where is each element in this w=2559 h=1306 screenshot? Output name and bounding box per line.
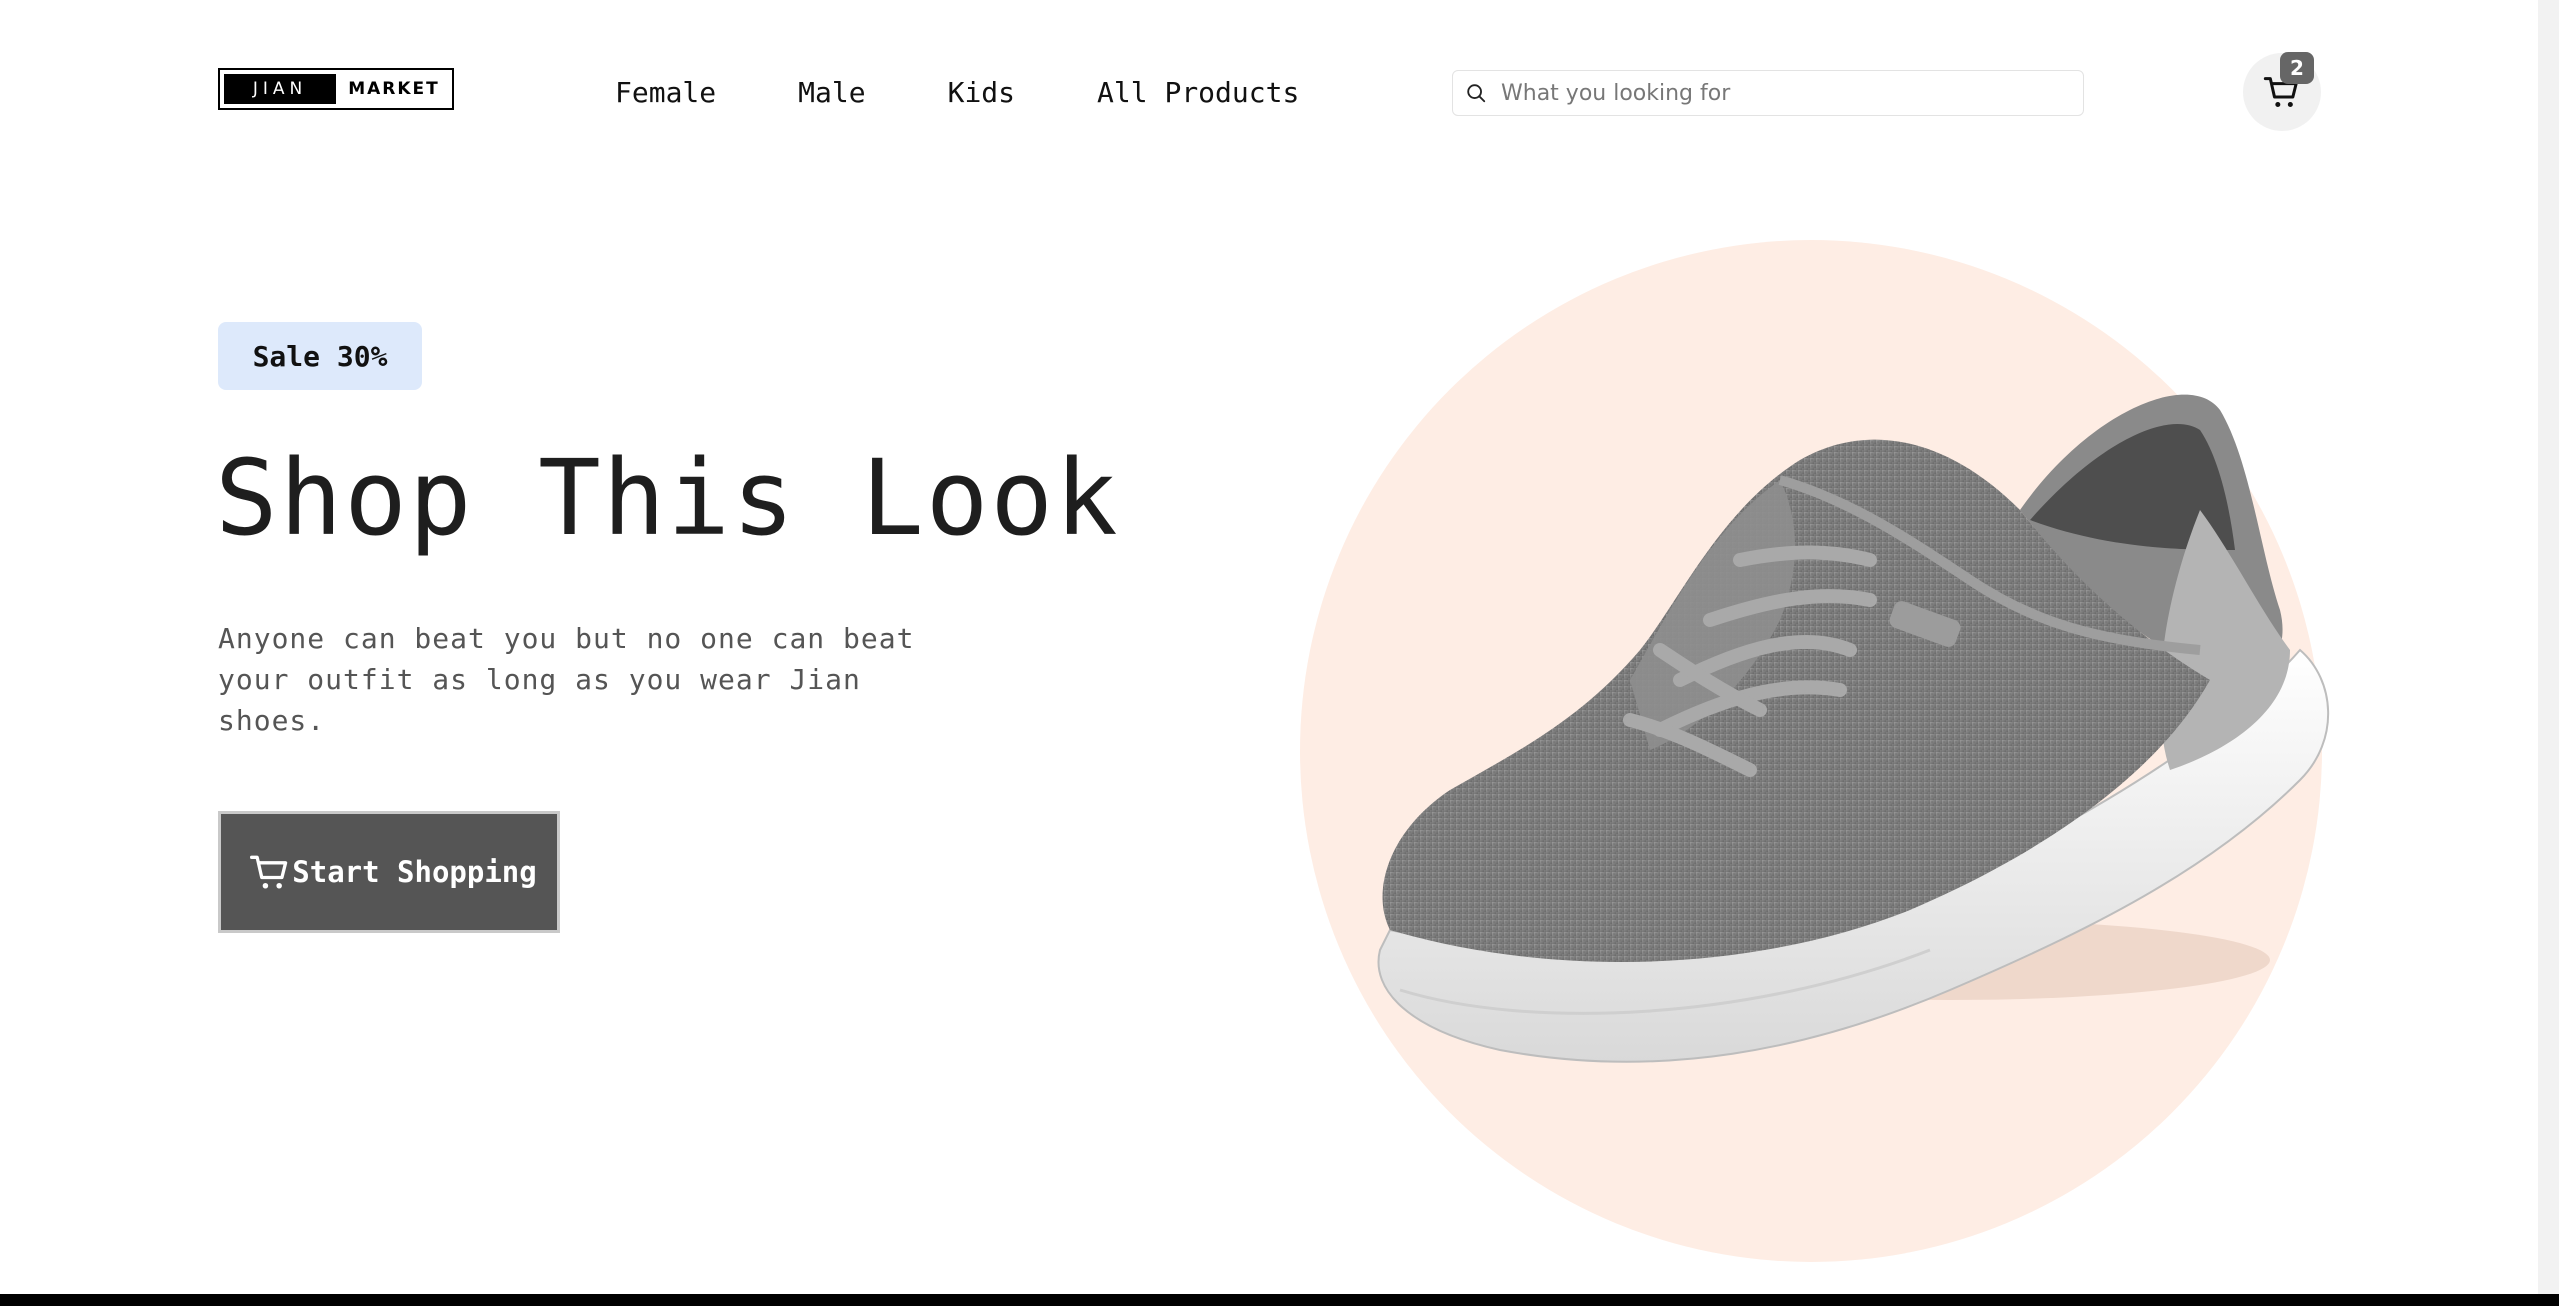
search-icon — [1467, 84, 1486, 103]
nav-kids[interactable]: Kids — [948, 76, 1015, 109]
sneaker-image — [1377, 394, 2330, 1063]
start-shopping-label: Start Shopping — [292, 855, 537, 889]
cart-icon — [250, 855, 288, 889]
search-input[interactable] — [1499, 72, 2083, 114]
search-bar — [1452, 70, 2084, 116]
main-nav: Female Male Kids All Products — [615, 70, 1299, 114]
nav-female[interactable]: Female — [615, 76, 716, 109]
nav-male[interactable]: Male — [798, 76, 865, 109]
page: JIAN MARKET Female Male Kids All Product… — [0, 0, 2538, 1294]
scrollbar-track[interactable] — [2538, 0, 2559, 1294]
hero-description: Anyone can beat you but no one can beat … — [218, 622, 915, 737]
logo[interactable]: JIAN MARKET — [218, 68, 454, 110]
sale-badge: Sale 30% — [218, 322, 422, 390]
logo-jian: JIAN — [224, 74, 336, 104]
hero-title: Shop This Look — [215, 437, 1120, 559]
start-shopping-button[interactable]: Start Shopping — [218, 811, 560, 933]
logo-market: MARKET — [348, 79, 440, 99]
cart-count-badge: 2 — [2280, 52, 2314, 84]
nav-all-products[interactable]: All Products — [1097, 76, 1299, 109]
